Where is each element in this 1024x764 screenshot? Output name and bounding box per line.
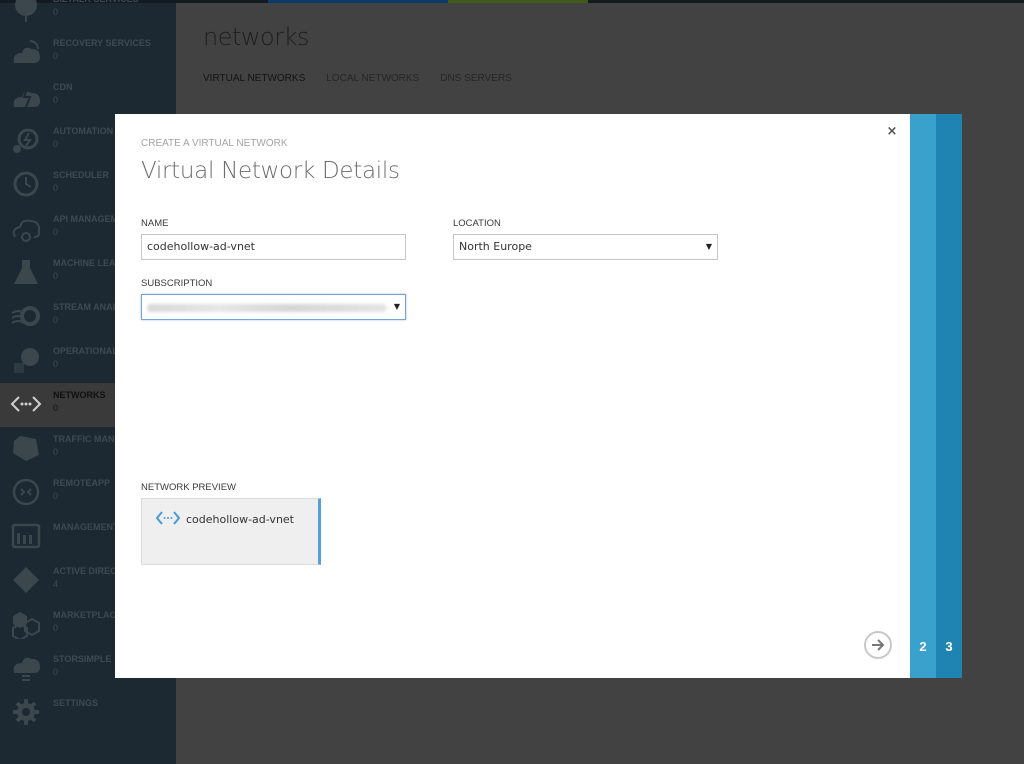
sidebar-item-count: 0: [53, 315, 59, 325]
sidebar-item-count: 0: [53, 447, 59, 457]
name-label: NAME: [141, 218, 169, 229]
sidebar-item-label: SCHEDULER: [53, 170, 110, 180]
networks-icon: [9, 389, 43, 419]
management-services-icon: [9, 521, 43, 551]
marketplace-icon: [9, 609, 43, 639]
sidebar-item-label: STORSIMPLE: [53, 654, 112, 664]
sidebar-item-count: 0: [53, 271, 59, 281]
sidebar-item-label: SETTINGS: [53, 698, 99, 708]
location-label: LOCATION: [453, 218, 501, 229]
sidebar-item-count: 0: [53, 623, 59, 633]
sidebar-item-count: 0: [53, 403, 59, 413]
sidebar-item-label: AUTOMATION: [53, 126, 114, 136]
traffic-manager-icon: [9, 433, 43, 463]
sidebar-item-label: REMOTEAPP: [53, 478, 111, 488]
sidebar-item-label: NETWORKS: [53, 390, 106, 400]
name-input[interactable]: codehollow-ad-vnet: [141, 234, 406, 260]
sidebar-item-recovery-services[interactable]: RECOVERY SERVICES 0: [0, 31, 176, 75]
settings-icon: [9, 697, 43, 727]
network-preview-card: codehollow-ad-vnet: [141, 498, 321, 565]
biztalk-icon: [9, 0, 43, 23]
page-title: networks: [203, 23, 309, 51]
create-vnet-dialog: × CREATE A VIRTUAL NETWORK Virtual Netwo…: [115, 114, 910, 678]
subscription-select[interactable]: ▼: [141, 294, 406, 320]
sidebar-item-count: 0: [53, 183, 59, 193]
sidebar-item-label: BIZTALK SERVICES: [53, 0, 139, 4]
recovery-services-icon: [9, 37, 43, 67]
sidebar-item-count: 0: [53, 491, 59, 501]
dialog-title: Virtual Network Details: [141, 158, 400, 184]
sidebar-item-label: CDN: [53, 82, 73, 92]
virtual-network-icon: [156, 511, 180, 525]
location-select[interactable]: North Europe ▼: [453, 234, 718, 260]
subscription-value-redacted: [147, 304, 387, 312]
scheduler-icon: [9, 169, 43, 199]
operational-insights-icon: [9, 345, 43, 375]
network-preview-label: NETWORK PREVIEW: [141, 482, 237, 493]
close-icon[interactable]: ×: [886, 125, 898, 138]
sidebar-item-count: 0: [53, 51, 59, 61]
tab-bar: VIRTUAL NETWORKS LOCAL NETWORKS DNS SERV…: [203, 73, 512, 84]
cdn-icon: [9, 81, 43, 111]
dialog-kicker: CREATE A VIRTUAL NETWORK: [141, 138, 288, 149]
chevron-down-icon: ▼: [393, 302, 400, 311]
sidebar-item-settings[interactable]: SETTINGS: [0, 691, 176, 735]
sidebar-item-count: 0: [53, 359, 59, 369]
step-3-number: 3: [945, 639, 953, 654]
sidebar-item-biztalk-services[interactable]: BIZTALK SERVICES 0: [0, 0, 176, 31]
wizard-step-3[interactable]: 3: [936, 114, 962, 678]
tab-local-networks[interactable]: LOCAL NETWORKS: [326, 73, 419, 84]
api-management-icon: [9, 213, 43, 243]
automation-icon: [9, 125, 43, 155]
subscription-label: SUBSCRIPTION: [141, 278, 213, 289]
sidebar-item-count: 4: [53, 579, 59, 589]
sidebar-item-cdn[interactable]: CDN 0: [0, 75, 176, 119]
sidebar-item-count: 0: [53, 7, 59, 17]
preview-network-name: codehollow-ad-vnet: [186, 513, 294, 526]
sidebar-item-label: RECOVERY SERVICES: [53, 38, 151, 48]
sidebar-item-count: 0: [53, 95, 59, 105]
stream-analytics-icon: [9, 301, 43, 331]
wizard-step-2[interactable]: 2: [910, 114, 936, 678]
location-value: North Europe: [459, 240, 532, 253]
remoteapp-icon: [9, 477, 43, 507]
sidebar-item-count: 0: [53, 667, 59, 677]
machine-learning-icon: [9, 257, 43, 287]
tab-dns-servers[interactable]: DNS SERVERS: [440, 73, 512, 84]
arrow-right-icon: [872, 639, 885, 651]
sidebar-item-count: 0: [53, 139, 59, 149]
active-directory-icon: [9, 565, 43, 595]
storsimple-icon: [9, 653, 43, 683]
sidebar-item-count: 0: [53, 227, 59, 237]
sidebar-item-label: MARKETPLACE: [53, 610, 122, 620]
tab-virtual-networks[interactable]: VIRTUAL NETWORKS: [203, 73, 305, 84]
next-button[interactable]: [864, 631, 892, 659]
step-2-number: 2: [919, 639, 927, 654]
chevron-down-icon: ▼: [705, 242, 712, 251]
